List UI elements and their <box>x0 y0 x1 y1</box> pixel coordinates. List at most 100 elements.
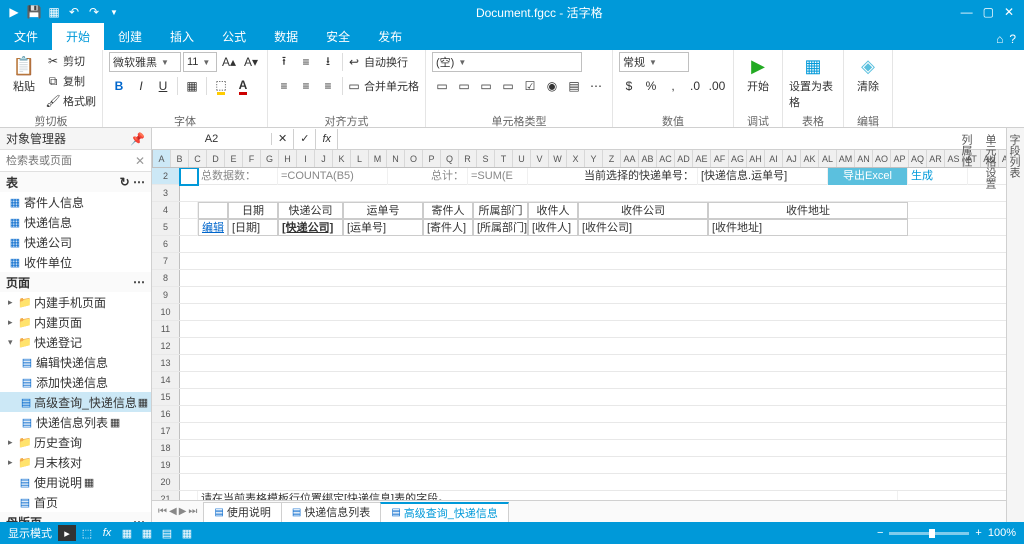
col-header[interactable]: AK <box>801 150 819 167</box>
celltype-more-icon[interactable]: ⋯ <box>586 76 606 96</box>
section-master[interactable]: 母版页⋯ <box>0 512 151 522</box>
merge-cells-button[interactable]: ▭合并单元格 <box>347 77 419 95</box>
sb-icon-4[interactable]: ▦ <box>118 525 136 541</box>
zoom-out-icon[interactable]: − <box>877 527 883 539</box>
zoom-slider[interactable] <box>889 532 969 535</box>
page-item[interactable]: ▤添加快递信息 <box>0 372 151 392</box>
font-family-select[interactable]: 微软雅黑▼ <box>109 52 181 72</box>
tab-start[interactable]: 开始 <box>52 23 104 50</box>
minimize-icon[interactable]: ― <box>961 5 973 19</box>
active-cell[interactable] <box>180 168 198 185</box>
col-header[interactable]: AO <box>873 150 891 167</box>
celltype-5-icon[interactable]: ☑ <box>520 76 540 96</box>
col-header[interactable]: A <box>153 150 171 167</box>
align-middle-icon[interactable]: ≡ <box>296 52 316 72</box>
col-header[interactable]: AA <box>621 150 639 167</box>
table-item[interactable]: ▦寄件人信息 <box>0 192 151 212</box>
page-folder[interactable]: ▾📁快递登记 <box>0 332 151 352</box>
search-clear-icon[interactable]: ✕ <box>135 154 145 168</box>
help-icon[interactable]: ? <box>1009 32 1016 46</box>
qat-dropdown-icon[interactable]: ▼ <box>106 4 122 20</box>
sb-icon-2[interactable]: ⬚ <box>78 525 96 541</box>
col-header[interactable]: V <box>531 150 549 167</box>
tab-create[interactable]: 创建 <box>104 23 156 50</box>
celltype-4-icon[interactable]: ▭ <box>498 76 518 96</box>
row-header[interactable]: 16 <box>152 406 180 422</box>
col-header[interactable]: AP <box>891 150 909 167</box>
row-header[interactable]: 18 <box>152 440 180 456</box>
sheet-tab[interactable]: ▤快递信息列表 <box>281 502 381 522</box>
sheet-nav-first-icon[interactable]: ⏮ <box>158 506 167 517</box>
col-header[interactable]: AL <box>819 150 837 167</box>
sheet-nav-last-icon[interactable]: ⏭ <box>188 506 197 517</box>
col-header[interactable]: AB <box>639 150 657 167</box>
tab-security[interactable]: 安全 <box>312 23 364 50</box>
sheet-tab-active[interactable]: ▤高级查询_快递信息 <box>380 502 509 522</box>
search-input[interactable] <box>6 155 135 167</box>
bold-button[interactable]: B <box>109 76 129 96</box>
row-header[interactable]: 10 <box>152 304 180 320</box>
col-header[interactable]: AN <box>855 150 873 167</box>
page-item[interactable]: ▤使用说明 ▦ <box>0 472 151 492</box>
tab-publish[interactable]: 发布 <box>364 23 416 50</box>
font-grow-icon[interactable]: A▴ <box>219 52 239 72</box>
new-icon[interactable]: ▦ <box>46 4 62 20</box>
section-tables[interactable]: 表↻ ⋯ <box>0 172 151 192</box>
sb-icon-5[interactable]: ▦ <box>138 525 156 541</box>
edit-link[interactable]: 编辑 <box>198 219 228 236</box>
font-shrink-icon[interactable]: A▾ <box>241 52 261 72</box>
col-header[interactable]: M <box>369 150 387 167</box>
col-header[interactable]: AI <box>765 150 783 167</box>
col-header[interactable]: AQ <box>909 150 927 167</box>
col-header[interactable]: Q <box>441 150 459 167</box>
decimal-inc-icon[interactable]: .0 <box>685 76 705 96</box>
sb-icon-7[interactable]: ▦ <box>178 525 196 541</box>
italic-button[interactable]: I <box>131 76 151 96</box>
table-item[interactable]: ▦快递公司 <box>0 232 151 252</box>
col-header[interactable]: L <box>351 150 369 167</box>
page-item[interactable]: ▤快递信息列表 ▦ <box>0 412 151 432</box>
col-header[interactable]: E <box>225 150 243 167</box>
row-header[interactable]: 4 <box>152 202 180 218</box>
col-header[interactable]: P <box>423 150 441 167</box>
paste-button[interactable]: 📋粘贴 <box>6 52 42 94</box>
align-top-icon[interactable]: ⭱ <box>274 52 294 72</box>
currency-icon[interactable]: $ <box>619 76 639 96</box>
page-folder[interactable]: ▸📁历史查询 <box>0 432 151 452</box>
table-item[interactable]: ▦快递信息 <box>0 212 151 232</box>
row-header[interactable]: 14 <box>152 372 180 388</box>
table-item[interactable]: ▦收件单位 <box>0 252 151 272</box>
col-header[interactable]: G <box>261 150 279 167</box>
formula-cancel-icon[interactable]: ✕ <box>272 129 294 149</box>
page-folder[interactable]: ▸📁月末核对 <box>0 452 151 472</box>
comma-icon[interactable]: , <box>663 76 683 96</box>
col-header[interactable]: C <box>189 150 207 167</box>
col-header[interactable]: AE <box>693 150 711 167</box>
number-format-select[interactable]: 常规▼ <box>619 52 689 72</box>
align-bottom-icon[interactable]: ⭳ <box>318 52 338 72</box>
row-header[interactable]: 2 <box>152 168 180 184</box>
border-button[interactable]: ▦ <box>182 76 202 96</box>
percent-icon[interactable]: % <box>641 76 661 96</box>
row-header[interactable]: 6 <box>152 236 180 252</box>
wrap-text-button[interactable]: ↩自动换行 <box>347 53 408 71</box>
align-right-icon[interactable]: ≡ <box>318 76 338 96</box>
row-header[interactable]: 3 <box>152 185 180 201</box>
tab-file[interactable]: 文件 <box>0 23 52 50</box>
align-center-icon[interactable]: ≡ <box>296 76 316 96</box>
col-header[interactable]: K <box>333 150 351 167</box>
align-left-icon[interactable]: ≡ <box>274 76 294 96</box>
celltype-2-icon[interactable]: ▭ <box>454 76 474 96</box>
celltype-select[interactable]: (空)▼ <box>432 52 582 72</box>
sheet-nav-next-icon[interactable]: ▶ <box>179 506 187 517</box>
row-header[interactable]: 17 <box>152 423 180 439</box>
zoom-in-icon[interactable]: + <box>975 527 981 539</box>
maximize-icon[interactable]: ▢ <box>983 5 994 19</box>
col-header[interactable]: S <box>477 150 495 167</box>
formula-accept-icon[interactable]: ✓ <box>294 129 316 149</box>
col-header[interactable]: W <box>549 150 567 167</box>
pin-icon[interactable]: 📌 <box>130 132 145 146</box>
fill-color-button[interactable]: ⬚ <box>211 76 231 96</box>
font-color-button[interactable]: A <box>233 76 253 96</box>
col-header[interactable]: AF <box>711 150 729 167</box>
